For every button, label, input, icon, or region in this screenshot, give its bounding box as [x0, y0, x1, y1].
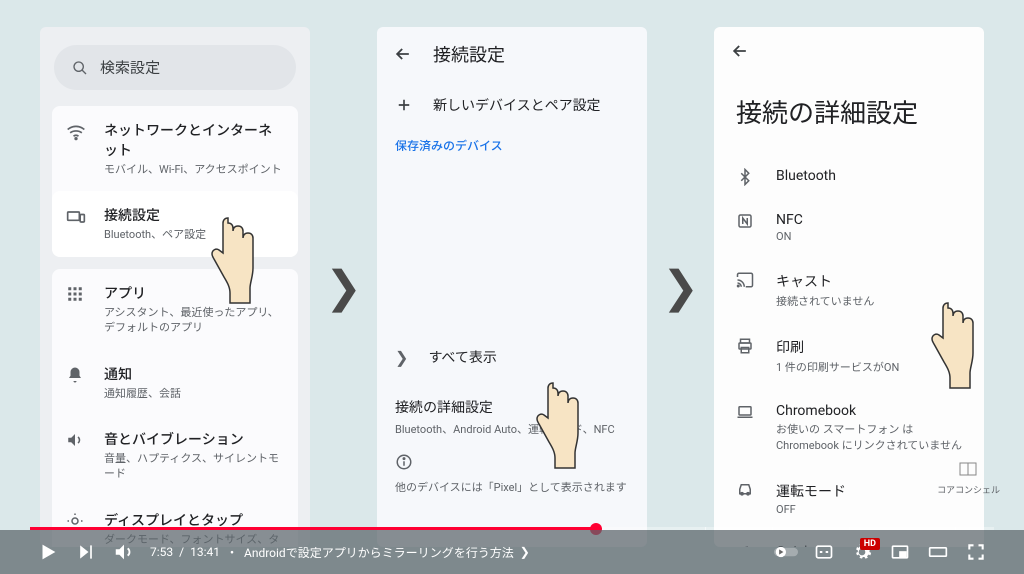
- setting-title: 接続設定: [104, 205, 284, 225]
- setting-sound[interactable]: 音とバイブレーション 音量、ハプティクス、サイレントモード: [52, 415, 298, 496]
- arrow-icon: ❯: [325, 261, 362, 313]
- advanced-settings[interactable]: 接続の詳細設定 Bluetooth、Android Auto、運転モード、NFC: [377, 381, 647, 443]
- wifi-icon: [66, 122, 86, 142]
- time-display: 7:53 / 13:41 ・ Androidで設定アプリからミラーリングを行う方…: [150, 544, 530, 561]
- search-placeholder: 検索設定: [100, 57, 160, 78]
- item-title: キャスト: [776, 271, 966, 291]
- item-title: Chromebook: [776, 403, 966, 419]
- advanced-sub: Bluetooth、Android Auto、運転モード、NFC: [395, 421, 629, 437]
- volume-icon: [66, 431, 86, 451]
- video-frame: 検索設定 ネットワークとインターネット モバイル、Wi-Fi、アクセスポイント …: [0, 0, 1024, 574]
- current-time: 7:53: [150, 545, 173, 559]
- volume-button[interactable]: [112, 540, 136, 564]
- captions-button[interactable]: [812, 540, 836, 564]
- setting-sub: アシスタント、最近使ったアプリ、デフォルトのアプリ: [104, 305, 284, 336]
- chevron-right-icon: ❯: [395, 348, 408, 367]
- show-all-label: すべて表示: [428, 347, 496, 367]
- item-title: Bluetooth: [776, 168, 966, 184]
- apps-icon: [66, 285, 86, 305]
- setting-network[interactable]: ネットワークとインターネット モバイル、Wi-Fi、アクセスポイント: [52, 106, 298, 191]
- setting-notifications[interactable]: 通知 通知履歴、会話: [52, 350, 298, 415]
- setting-sub: Bluetooth、ペア設定: [104, 227, 284, 242]
- setting-nfc[interactable]: NFC ON: [714, 198, 984, 257]
- miniplayer-button[interactable]: [888, 540, 912, 564]
- setting-sub: モバイル、Wi-Fi、アクセスポイント: [104, 162, 284, 177]
- nfc-icon: [736, 212, 758, 230]
- setting-apps[interactable]: アプリ アシスタント、最近使ったアプリ、デフォルトのアプリ: [52, 269, 298, 350]
- back-icon[interactable]: [393, 44, 413, 64]
- laptop-icon: [736, 403, 758, 421]
- back-button[interactable]: [714, 27, 984, 75]
- info-text: 他のデバイスには「Pixel」として表示されます: [395, 479, 629, 497]
- car-icon: [736, 481, 758, 499]
- header-title: 接続設定: [433, 41, 505, 67]
- channel-name: コアコンシェル: [937, 483, 1000, 496]
- settings-screen-1: 検索設定 ネットワークとインターネット モバイル、Wi-Fi、アクセスポイント …: [40, 27, 310, 547]
- hd-badge: HD: [860, 538, 880, 550]
- setting-title: アプリ: [104, 283, 284, 303]
- setting-title: ネットワークとインターネット: [104, 120, 284, 160]
- setting-print[interactable]: 印刷 1 件の印刷サービスがON: [714, 323, 984, 389]
- devices-icon: [66, 207, 86, 227]
- bluetooth-icon: [736, 168, 758, 186]
- saved-devices-link[interactable]: 保存済みのデバイス: [377, 129, 647, 168]
- device-info: 他のデバイスには「Pixel」として表示されます: [377, 443, 647, 507]
- video-controls: 7:53 / 13:41 ・ Androidで設定アプリからミラーリングを行う方…: [0, 530, 1024, 574]
- setting-title: 通知: [104, 364, 284, 384]
- fullscreen-button[interactable]: [964, 540, 988, 564]
- search-icon: [72, 60, 88, 76]
- cast-icon: [736, 271, 758, 289]
- print-icon: [736, 337, 758, 355]
- setting-chromebook[interactable]: Chromebook お使いの スマートフォン は Chromebook にリン…: [714, 389, 984, 467]
- theater-button[interactable]: [926, 540, 950, 564]
- settings-button[interactable]: HD: [850, 540, 874, 564]
- page-title: 接続の詳細設定: [714, 75, 984, 154]
- arrow-icon: ❯: [662, 261, 699, 313]
- item-sub: 1 件の印刷サービスがON: [776, 359, 966, 375]
- item-title: 印刷: [776, 337, 966, 357]
- item-sub: 接続されていません: [776, 293, 966, 309]
- advanced-title: 接続の詳細設定: [395, 397, 629, 417]
- search-input[interactable]: 検索設定: [54, 45, 296, 90]
- item-sub: ON: [776, 230, 966, 243]
- pair-new-device[interactable]: 新しいデバイスとペア設定: [377, 81, 647, 129]
- screen-header: 接続設定: [377, 27, 647, 81]
- settings-screen-2: 接続設定 新しいデバイスとペア設定 保存済みのデバイス ❯ すべて表示 接続の詳…: [377, 27, 647, 547]
- chevron-right-icon: ❯: [520, 545, 530, 559]
- bell-icon: [66, 366, 86, 386]
- item-title: NFC: [776, 212, 966, 228]
- setting-sub: 音量、ハプティクス、サイレントモード: [104, 451, 284, 482]
- setting-sub: 通知履歴、会話: [104, 386, 284, 401]
- setting-title: 音とバイブレーション: [104, 429, 284, 449]
- play-button[interactable]: [36, 540, 60, 564]
- item-sub: お使いの スマートフォン は Chromebook にリンクされていません: [776, 421, 966, 453]
- autoplay-toggle[interactable]: [774, 540, 798, 564]
- show-all[interactable]: ❯ すべて表示: [377, 333, 647, 381]
- chapter-title[interactable]: Androidで設定アプリからミラーリングを行う方法: [244, 544, 514, 561]
- setting-cast[interactable]: キャスト 接続されていません: [714, 257, 984, 323]
- duration: 13:41: [190, 545, 220, 559]
- info-icon: [395, 453, 629, 471]
- setting-bluetooth[interactable]: Bluetooth: [714, 154, 984, 198]
- pair-label: 新しいデバイスとペア設定: [433, 95, 601, 115]
- plus-icon: [395, 96, 413, 114]
- next-button[interactable]: [74, 540, 98, 564]
- item-sub: OFF: [776, 503, 966, 516]
- channel-watermark[interactable]: コアコンシェル: [937, 457, 1000, 496]
- setting-connected[interactable]: 接続設定 Bluetooth、ペア設定: [52, 191, 298, 256]
